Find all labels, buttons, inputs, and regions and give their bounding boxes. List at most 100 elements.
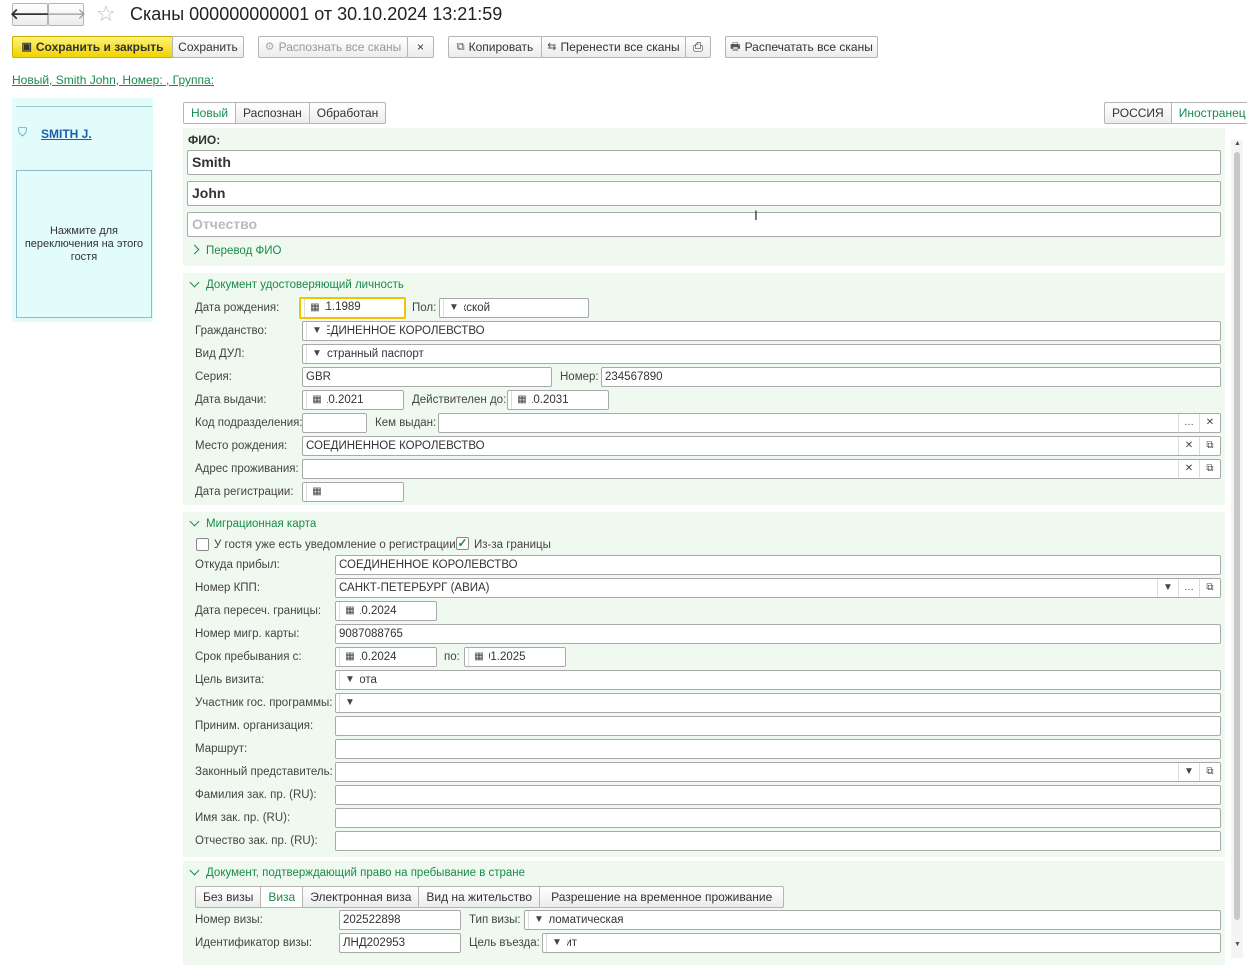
more-icon[interactable]: … [1178, 579, 1199, 597]
tab-recognized[interactable]: Распознан [235, 102, 310, 124]
stay-doc-section-toggle[interactable]: Документ, подтверждающий право на пребыв… [189, 865, 525, 879]
copy-button[interactable]: ⧉ Копировать [448, 36, 542, 58]
rep-last-field[interactable] [335, 785, 1221, 805]
card-no-field[interactable]: 9087088765 [335, 624, 1221, 644]
tab-foreigner[interactable]: Иностранец [1170, 102, 1247, 124]
chevron-down-icon [189, 516, 200, 527]
clear-button[interactable]: × [407, 36, 434, 58]
calendar-icon[interactable]: ▦ [511, 391, 532, 409]
tab-residence-permit[interactable]: Вид на жительство [418, 886, 541, 908]
issued-by-field[interactable]: … ✕ [438, 413, 1221, 433]
guest-header-link[interactable]: Новый, Smith John, Номер: , Группа: [12, 73, 214, 87]
scroll-up-icon[interactable]: ▲ [1234, 140, 1241, 147]
visa-no-field[interactable]: 202522898 [339, 910, 461, 930]
open-icon[interactable]: ⧉ [1199, 437, 1220, 455]
birth-date-field[interactable]: 19.11.1989 ▦ [299, 297, 406, 319]
dropdown-icon[interactable]: ▼ [546, 934, 567, 952]
first-name-field[interactable]: John [187, 181, 1221, 206]
calendar-icon[interactable]: ▦ [306, 391, 327, 409]
tab-e-visa[interactable]: Электронная виза [302, 886, 420, 908]
calendar-icon[interactable]: ▦ [306, 483, 327, 501]
visa-type-select[interactable]: Дипломатическая ▼ [524, 910, 1221, 930]
last-name-field[interactable]: Smith [187, 150, 1221, 175]
user-icon: ⛉ [18, 125, 28, 139]
close-icon[interactable]: ✕ [1178, 437, 1199, 455]
tab-temp-residence[interactable]: Разрешение на временное проживание [539, 886, 785, 908]
tab-no-visa[interactable]: Без визы [195, 886, 262, 908]
rep-middle-field[interactable] [335, 831, 1221, 851]
back-button[interactable]: 🡐 [10, 3, 50, 26]
close-icon[interactable]: ✕ [1178, 460, 1199, 478]
star-icon[interactable]: ☆ [96, 1, 116, 27]
number-field[interactable]: 234567890 [601, 367, 1221, 387]
dropdown-icon[interactable]: ▼ [1178, 763, 1199, 781]
open-icon[interactable]: ⧉ [1199, 763, 1220, 781]
cross-date-field[interactable]: 27.10.2024 ▦ [335, 601, 437, 621]
dropdown-icon[interactable]: ▼ [1157, 579, 1178, 597]
series-field[interactable]: GBR [302, 367, 552, 387]
dropdown-icon[interactable]: ▼ [528, 911, 549, 929]
print-all-button[interactable]: 🖶 Распечатать все сканы [725, 36, 878, 58]
valid-until-field[interactable]: 01.10.2031 ▦ [507, 390, 609, 410]
migration-panel: Миграционная карта У гостя уже есть увед… [183, 512, 1225, 857]
tab-new[interactable]: Новый [183, 102, 237, 124]
forward-button[interactable]: 🡒 [46, 3, 86, 26]
save-close-button[interactable]: ▣ Сохранить и закрыть [12, 36, 173, 58]
program-select[interactable]: ▼ [335, 693, 1221, 713]
citizenship-select[interactable]: СОЕДИНЕННОЕ КОРОЛЕВСТВО ▼ [302, 321, 1221, 341]
visa-type-label: Тип визы: [469, 914, 521, 926]
tab-russia[interactable]: РОССИЯ [1104, 102, 1172, 124]
host-org-field[interactable] [335, 716, 1221, 736]
calendar-icon[interactable]: ▦ [304, 299, 325, 317]
middle-name-field[interactable]: Отчество [187, 212, 1221, 237]
fio-translate-toggle[interactable]: Перевод ФИО [189, 244, 281, 257]
calendar-icon[interactable]: ▦ [339, 602, 360, 620]
entry-purpose-select[interactable]: Визит▼ [542, 933, 1221, 953]
switch-guest-card[interactable]: Нажмите для переключения на этого гостя [16, 170, 152, 318]
rep-first-field[interactable] [335, 808, 1221, 828]
route-field[interactable] [335, 739, 1221, 759]
abroad-checkbox[interactable]: ✓ [456, 537, 469, 550]
birthplace-field[interactable]: СОЕДИНЕННОЕ КОРОЛЕВСТВО ✕ ⧉ [302, 436, 1221, 456]
save-button[interactable]: Сохранить [172, 36, 244, 58]
guest-panel: ⛉ SMITH J. Нажмите для переключения на э… [12, 98, 153, 322]
legal-rep-select[interactable]: ▼ ⧉ [335, 762, 1221, 782]
address-field[interactable]: ✕ ⧉ [302, 459, 1221, 479]
scanner-button[interactable]: ⎙ [685, 36, 711, 58]
dropdown-icon[interactable]: ▼ [306, 345, 327, 363]
calendar-icon[interactable]: ▦ [339, 648, 360, 666]
text-cursor-icon: I [754, 207, 758, 223]
scrollbar-thumb[interactable] [1234, 152, 1240, 920]
dept-code-field[interactable] [302, 413, 367, 433]
printer-icon: 🖶 [730, 41, 741, 53]
guest-name-link[interactable]: SMITH J. [41, 127, 92, 141]
from-field[interactable]: СОЕДИНЕННОЕ КОРОЛЕВСТВО [335, 555, 1221, 575]
open-icon[interactable]: ⧉ [1199, 579, 1220, 597]
dropdown-icon[interactable]: ▼ [306, 322, 327, 340]
dropdown-icon[interactable]: ▼ [443, 299, 464, 317]
tab-visa[interactable]: Виза [260, 886, 304, 908]
dropdown-icon[interactable]: ▼ [339, 694, 360, 712]
issue-date-field[interactable]: 01.10.2021 ▦ [302, 390, 404, 410]
identity-section-toggle[interactable]: Документ удостоверяющий личность [189, 277, 404, 291]
close-icon[interactable]: ✕ [1199, 414, 1220, 432]
migration-section-toggle[interactable]: Миграционная карта [189, 516, 316, 530]
scrollbar[interactable]: ▲ ▼ [1231, 140, 1243, 958]
open-icon[interactable]: ⧉ [1199, 460, 1220, 478]
scroll-down-icon[interactable]: ▼ [1234, 941, 1241, 948]
more-icon[interactable]: … [1178, 414, 1199, 432]
tab-processed[interactable]: Обработан [308, 102, 387, 124]
calendar-icon[interactable]: ▦ [468, 648, 489, 666]
recognize-all-button[interactable]: ⚙ Распознать все сканы [258, 36, 408, 58]
sex-select[interactable]: Мужской ▼ [439, 298, 589, 318]
checkpoint-select[interactable]: САНКТ-ПЕТЕРБУРГ (АВИА) ▼… ⧉ [335, 578, 1221, 598]
stay-to-field[interactable]: 28.01.2025 ▦ [464, 647, 566, 667]
has-notice-checkbox[interactable] [196, 538, 209, 551]
dropdown-icon[interactable]: ▼ [339, 671, 360, 689]
reg-date-field[interactable]: . .▦ [302, 482, 404, 502]
doc-type-select[interactable]: Иностранный паспорт ▼ [302, 344, 1221, 364]
visa-id-field[interactable]: ЛНД202953 [339, 933, 461, 953]
stay-from-field[interactable]: 29.10.2024 ▦ [335, 647, 437, 667]
purpose-select[interactable]: Работа▼ [335, 670, 1221, 690]
transfer-all-button[interactable]: ⇆ Перенести все сканы [541, 36, 686, 58]
